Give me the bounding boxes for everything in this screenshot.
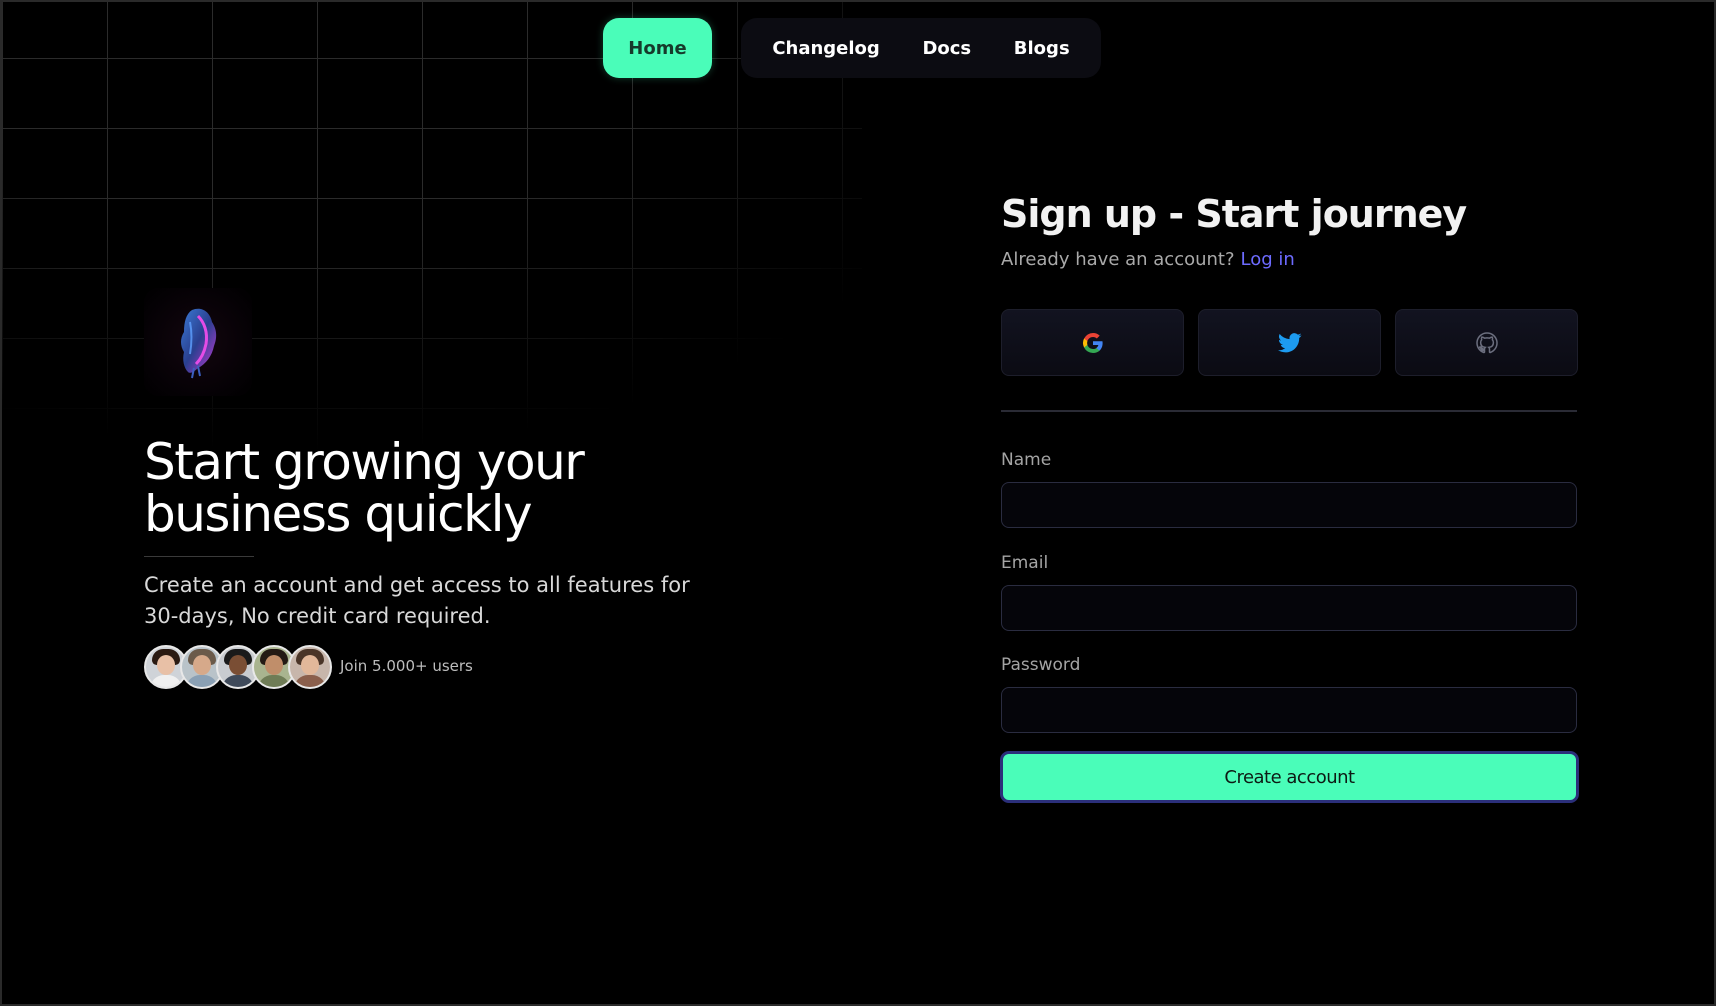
divider: [1001, 410, 1577, 412]
hero-title-line1: Start growing your: [144, 433, 585, 491]
nav-link-blogs[interactable]: Blogs: [1014, 38, 1070, 59]
brand-logo-icon: [181, 308, 217, 379]
email-field[interactable]: [1001, 585, 1577, 631]
avatar: [288, 645, 332, 689]
password-label: Password: [1001, 655, 1081, 675]
hero-subtitle: Create an account and get access to all …: [144, 573, 690, 628]
login-prompt-text: Already have an account?: [1001, 249, 1235, 270]
hero-divider: [144, 556, 254, 557]
users-count-text: Join 5.000+ users: [340, 657, 473, 675]
nav-home-button[interactable]: Home: [603, 18, 712, 78]
hero-title-line2: business quickly: [144, 485, 533, 543]
brand-logo: [144, 288, 252, 396]
twitter-signup-button[interactable]: [1198, 309, 1381, 376]
signup-page: Home Changelog Docs Blogs Start growing …: [0, 0, 1716, 1006]
login-link[interactable]: Log in: [1241, 249, 1295, 270]
hero-title: Start growing your business quickly: [144, 436, 744, 540]
twitter-icon: [1277, 332, 1302, 352]
create-account-button[interactable]: Create account: [1000, 751, 1579, 803]
email-label: Email: [1001, 553, 1049, 573]
login-prompt: Already have an account? Log in: [1001, 249, 1295, 270]
user-avatars: [144, 645, 332, 689]
nav-links-group: Changelog Docs Blogs: [741, 18, 1101, 78]
nav-link-docs[interactable]: Docs: [922, 38, 971, 59]
github-icon: [1475, 331, 1498, 353]
google-signup-button[interactable]: [1001, 309, 1184, 376]
nav-link-changelog[interactable]: Changelog: [772, 38, 880, 59]
form-title: Sign up - Start journey: [1001, 192, 1467, 236]
name-field[interactable]: [1001, 482, 1577, 528]
password-field[interactable]: [1001, 687, 1577, 733]
name-label: Name: [1001, 450, 1052, 470]
google-icon: [1082, 332, 1103, 353]
github-signup-button[interactable]: [1395, 309, 1578, 376]
